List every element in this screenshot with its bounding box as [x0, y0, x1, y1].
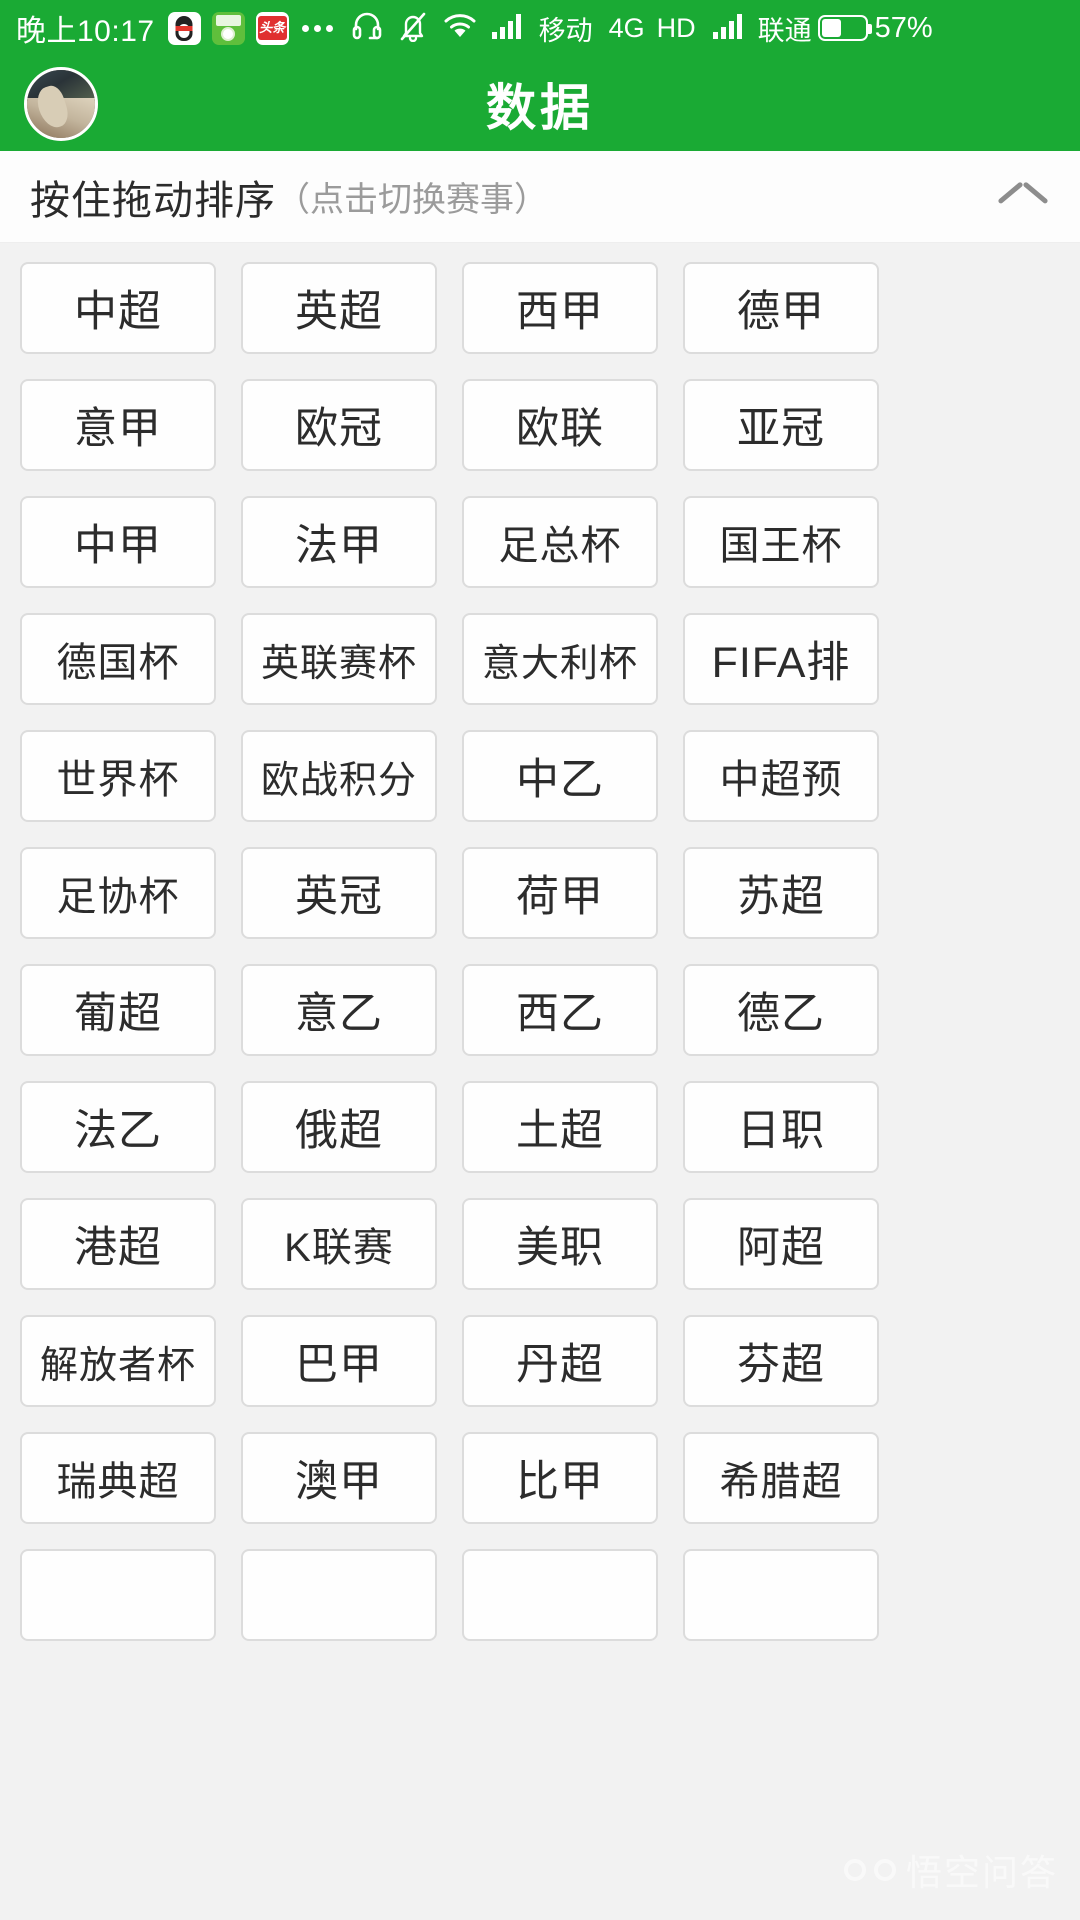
- hd-indicator: HD: [656, 12, 696, 43]
- status-time: 晚上10:17: [16, 15, 155, 48]
- league-cell[interactable]: 国王杯: [683, 496, 879, 588]
- phone-screen: 晚上10:17 头条 移动 4G HD 联通 57% 数据 按住拖动排序 （点击…: [0, 0, 1080, 1920]
- league-cell[interactable]: 中超: [20, 262, 216, 354]
- league-cell[interactable]: 澳甲: [241, 1432, 437, 1524]
- league-cell[interactable]: 阿超: [683, 1198, 879, 1290]
- network-type: 4G: [608, 12, 645, 43]
- league-cell[interactable]: 世界杯: [20, 730, 216, 822]
- league-cell[interactable]: 解放者杯: [20, 1315, 216, 1407]
- league-cell[interactable]: 土超: [462, 1081, 658, 1173]
- league-cell[interactable]: 英超: [241, 262, 437, 354]
- toutiao-icon-label: 头条: [259, 19, 286, 35]
- league-cell[interactable]: 意大利杯: [462, 613, 658, 705]
- app-bar: 数据: [0, 56, 1080, 151]
- league-cell[interactable]: 欧战积分: [241, 730, 437, 822]
- avatar[interactable]: [24, 66, 98, 141]
- league-cell[interactable]: 港超: [20, 1198, 216, 1290]
- league-cell[interactable]: 希腊超: [683, 1432, 879, 1524]
- battery-percent: 57%: [874, 11, 933, 44]
- league-cell[interactable]: 足总杯: [462, 496, 658, 588]
- sort-bar[interactable]: 按住拖动排序 （点击切换赛事）: [0, 151, 1080, 243]
- league-cell[interactable]: 丹超: [462, 1315, 658, 1407]
- status-app-icons: 头条: [167, 11, 333, 45]
- league-grid-scroll-area[interactable]: 中超 英超 西甲 德甲意甲 欧冠 欧联 亚冠中甲 法甲 足总杯 国王杯德国杯 英联赛杯 意大利杯 FIF…: [0, 243, 1080, 1920]
- league-cell[interactable]: 中乙: [462, 730, 658, 822]
- league-cell[interactable]: 巴甲: [241, 1315, 437, 1407]
- status-bar: 晚上10:17 头条 移动 4G HD 联通 57%: [0, 0, 1080, 56]
- league-cell[interactable]: 苏超: [683, 847, 879, 939]
- sort-bar-sub-label: （点击切换赛事）: [276, 181, 548, 219]
- headset-icon: [351, 10, 383, 47]
- league-cell[interactable]: 足协杯: [20, 847, 216, 939]
- league-cell[interactable]: 西乙: [462, 964, 658, 1056]
- league-cell[interactable]: [683, 1549, 879, 1641]
- league-cell[interactable]: 德甲: [683, 262, 879, 354]
- league-cell[interactable]: 英联赛杯: [241, 613, 437, 705]
- league-cell[interactable]: [241, 1549, 437, 1641]
- green-app-icon: [211, 11, 245, 45]
- wifi-icon: [443, 11, 477, 46]
- qq-icon: [167, 11, 201, 45]
- league-cell[interactable]: 意乙: [241, 964, 437, 1056]
- bell-muted-icon: [397, 10, 429, 47]
- sort-bar-main-label: 按住拖动排序: [30, 178, 276, 223]
- league-cell[interactable]: 日职: [683, 1081, 879, 1173]
- battery-icon: [817, 15, 872, 41]
- toutiao-icon: 头条: [255, 11, 289, 45]
- league-cell[interactable]: [462, 1549, 658, 1641]
- league-cell[interactable]: K联赛: [241, 1198, 437, 1290]
- league-cell[interactable]: 西甲: [462, 262, 658, 354]
- league-cell[interactable]: 葡超: [20, 964, 216, 1056]
- league-cell[interactable]: 意甲: [20, 379, 216, 471]
- signal-bars-icon-2: [712, 12, 744, 45]
- league-cell[interactable]: 欧冠: [241, 379, 437, 471]
- carrier-name-2: 联通: [757, 15, 812, 46]
- league-cell[interactable]: 俄超: [241, 1081, 437, 1173]
- more-dots-icon: [301, 24, 333, 32]
- league-cell[interactable]: 亚冠: [683, 379, 879, 471]
- league-cell[interactable]: 德乙: [683, 964, 879, 1056]
- league-cell[interactable]: 中甲: [20, 496, 216, 588]
- league-cell[interactable]: 德国杯: [20, 613, 216, 705]
- league-cell[interactable]: FIFA排: [683, 613, 879, 705]
- league-cell[interactable]: 英冠: [241, 847, 437, 939]
- carrier-name-1: 移动: [538, 15, 593, 46]
- league-grid: 中超 英超 西甲 德甲意甲 欧冠 欧联 亚冠中甲 法甲 足总杯 国王杯德国杯 英联赛杯 意大利杯 FIF…: [20, 262, 1060, 1641]
- page-title: 数据: [486, 79, 594, 136]
- league-cell[interactable]: 芬超: [683, 1315, 879, 1407]
- chevron-up-icon[interactable]: [1000, 174, 1046, 220]
- league-cell[interactable]: 法乙: [20, 1081, 216, 1173]
- league-cell[interactable]: 荷甲: [462, 847, 658, 939]
- league-cell[interactable]: [20, 1549, 216, 1641]
- signal-bars-icon: [491, 12, 523, 45]
- league-cell[interactable]: 比甲: [462, 1432, 658, 1524]
- league-cell[interactable]: 美职: [462, 1198, 658, 1290]
- league-cell[interactable]: 中超预: [683, 730, 879, 822]
- league-cell[interactable]: 法甲: [241, 496, 437, 588]
- league-cell[interactable]: 瑞典超: [20, 1432, 216, 1524]
- league-cell[interactable]: 欧联: [462, 379, 658, 471]
